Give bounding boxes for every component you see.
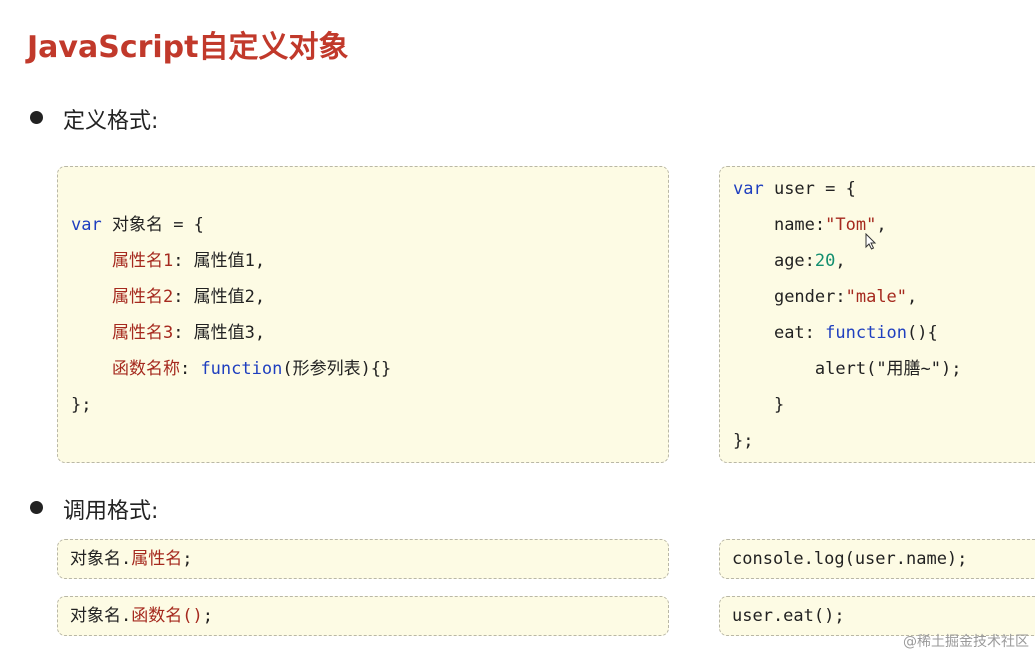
call-section-label: 调用格式:: [63, 499, 159, 524]
example-close: };: [733, 431, 754, 451]
example-kw-function: function: [825, 323, 908, 343]
example-head: user = {: [763, 179, 856, 199]
example-alert-str: "用膳~": [876, 359, 942, 379]
call-func-obj: 对象名.: [70, 606, 132, 626]
template-func-sep: :: [179, 359, 201, 379]
template-func-params: (形参列表){}: [282, 359, 392, 379]
example-name-val: "Tom": [825, 215, 877, 235]
define-template-box: var 对象名 = { 属性名1: 属性值1, 属性名2: 属性值2, 属性名3…: [57, 166, 669, 463]
call-prop-obj: 对象名.: [70, 549, 132, 569]
example-alert-close: );: [941, 359, 962, 379]
template-val1: : 属性值1,: [173, 251, 266, 271]
call-prop-example-box: console.log(user.name);: [719, 539, 1035, 579]
call-prop-example-code: console.log(user.name);: [732, 549, 968, 569]
define-example-code: var user = { name:"Tom", age:20, gender:…: [733, 171, 962, 459]
call-func-code: 对象名.函数名();: [70, 598, 213, 634]
example-eat-key: eat:: [773, 323, 826, 343]
call-func-name: 函数名(): [131, 606, 203, 626]
call-func-end: ;: [202, 606, 213, 626]
example-name-key: name:: [773, 215, 826, 235]
template-val3: : 属性值3,: [173, 323, 266, 343]
example-comma1: ,: [876, 215, 887, 235]
example-comma2: ,: [835, 251, 846, 271]
call-prop-name: 属性名: [131, 549, 183, 569]
template-func-name: 函数名称: [111, 359, 180, 379]
kw-var: var: [71, 215, 102, 235]
template-close: };: [71, 395, 92, 415]
call-func-example-code: user.eat();: [732, 606, 845, 626]
example-age-val: 20: [814, 251, 836, 271]
call-func-box: 对象名.函数名();: [57, 596, 669, 636]
bullet-call: [30, 501, 43, 514]
call-prop-code: 对象名.属性名;: [70, 541, 193, 577]
mouse-cursor-icon: [865, 233, 877, 250]
example-inner-close: }: [773, 395, 785, 415]
call-func-example-box: user.eat();: [719, 596, 1035, 636]
example-eat-paren: (){: [907, 323, 938, 343]
template-kw-function: function: [200, 359, 283, 379]
example-alert-open: alert(: [814, 359, 877, 379]
slide-title: JavaScript自定义对象: [27, 30, 349, 65]
template-obj-line: 对象名 = {: [101, 215, 204, 235]
example-gender-key: gender:: [773, 287, 846, 307]
define-template-code: var 对象名 = { 属性名1: 属性值1, 属性名2: 属性值2, 属性名3…: [71, 207, 391, 423]
bullet-define: [30, 111, 43, 124]
call-prop-box: 对象名.属性名;: [57, 539, 669, 579]
watermark: @稀土掘金技术社区: [903, 634, 1029, 650]
example-age-key: age:: [773, 251, 815, 271]
template-val2: : 属性值2,: [173, 287, 266, 307]
template-prop3: 属性名3: [111, 323, 174, 343]
call-prop-end: ;: [182, 549, 193, 569]
template-prop2: 属性名2: [111, 287, 174, 307]
example-gender-val: "male": [845, 287, 908, 307]
example-comma3: ,: [907, 287, 918, 307]
define-example-box: var user = { name:"Tom", age:20, gender:…: [719, 166, 1035, 463]
example-kw-var: var: [733, 179, 764, 199]
define-section-label: 定义格式:: [63, 109, 159, 134]
template-prop1: 属性名1: [111, 251, 174, 271]
